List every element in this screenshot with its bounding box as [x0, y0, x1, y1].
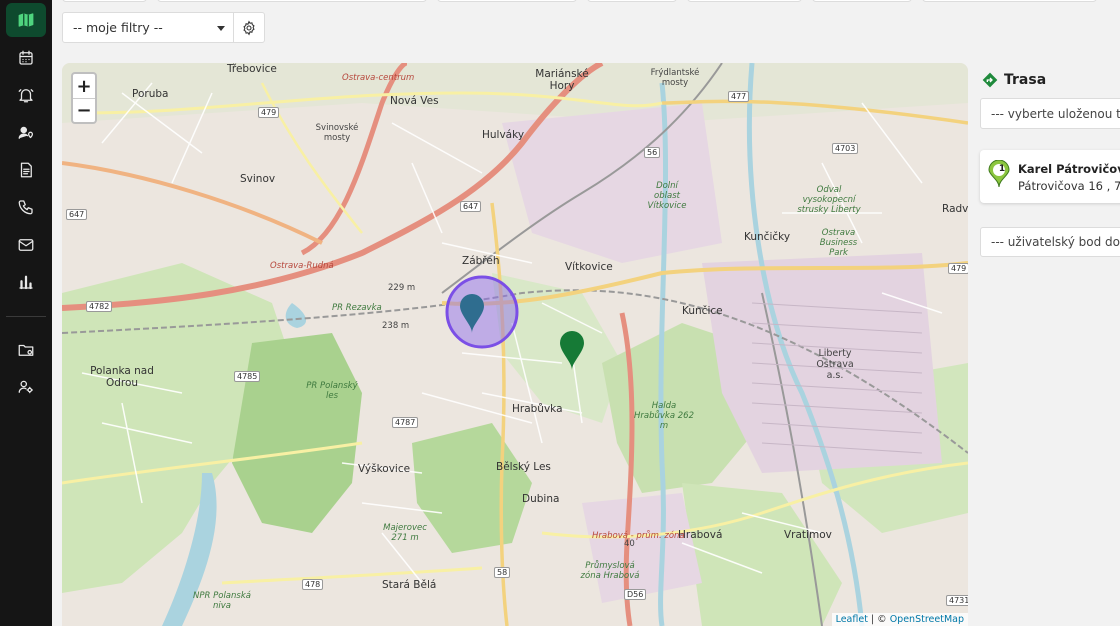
sidebar-item-contacts[interactable] [8, 118, 44, 148]
road-shield-479-b: 479 [948, 263, 968, 274]
route-stop-card[interactable]: 1 Karel Pátrovičov 2 Pátrovičova 16 , 75… [980, 150, 1120, 203]
map-label-liberty: Liberty Ostrava a.s. [816, 348, 854, 381]
sidebar-divider [6, 316, 46, 317]
road-shield-479: 479 [258, 107, 280, 118]
sidebar [0, 0, 52, 626]
sidebar-item-user-settings[interactable] [8, 372, 44, 402]
route-title-text: Trasa [1004, 72, 1047, 88]
map-label-elevation-238: 238 m [382, 321, 410, 331]
map-label-svinovske-mosty: Svinovské mosty [315, 123, 359, 143]
filter-settings-button[interactable] [234, 13, 264, 42]
map-label-polanka: Polanka nad Odrou [90, 365, 154, 389]
map-label-majerovec: Majerovec 271 m [383, 523, 427, 543]
road-shield-477: 477 [728, 91, 750, 102]
route-direction-icon [982, 72, 998, 88]
user-point-select[interactable]: --- uživatelský bod do trasy --- [980, 227, 1120, 257]
sidebar-item-notifications[interactable] [8, 80, 44, 110]
sidebar-item-statistics[interactable] [8, 267, 44, 297]
gear-icon [243, 20, 255, 35]
sidebar-item-calendar[interactable] [8, 43, 44, 73]
mail-icon [18, 239, 34, 251]
map-label-halda: Halda Hrabůvka 262 m [634, 401, 694, 431]
stop-address: Pátrovičova 16 , 754 [1018, 179, 1120, 193]
road-shield-d56: D56 [624, 589, 647, 600]
map-label-hrabuvka: Hrabůvka [512, 403, 563, 415]
route-panel-title: Trasa [982, 72, 1046, 88]
map-label-ostrava-rudna: Ostrava-Rudná [270, 261, 334, 271]
map-label-dubina: Dubina [522, 493, 560, 505]
road-shield-58: 58 [494, 567, 511, 578]
saved-route-select[interactable]: --- vyberte uloženou trasu --- [980, 98, 1120, 129]
map-label-dolni-oblast: Dolní oblast Vítkovice [647, 181, 687, 211]
map-label-trebovice: Třebovice [227, 63, 277, 75]
caret-down-icon [217, 26, 225, 31]
filter-bar: -- moje filtry -- [62, 12, 265, 43]
map-label-kunice: Kunčice [682, 305, 723, 317]
road-shield-478: 478 [302, 579, 324, 590]
road-number-40: 40 [624, 539, 635, 549]
top-toolbar-edge [52, 0, 1120, 4]
attribution-separator: | © [867, 614, 890, 625]
map-label-belsky-les: Bělský Les [496, 461, 551, 473]
sidebar-item-mail[interactable] [8, 230, 44, 260]
my-filters-select[interactable]: -- moje filtry -- [63, 13, 234, 42]
map-view[interactable]: Třebovice Poruba Nová Ves Mariánské Hory… [62, 63, 968, 626]
road-shield-4731: 4731 [946, 595, 968, 606]
sidebar-item-documents[interactable] [8, 155, 44, 185]
document-icon [20, 162, 32, 178]
sidebar-item-folder-settings[interactable] [8, 335, 44, 365]
map-label-zabreh: Zábřeh [462, 255, 500, 267]
map-icon [18, 13, 34, 27]
map-label-marianske-hory: Mariánské Hory [535, 68, 589, 92]
road-shield-4785: 4785 [234, 371, 261, 382]
map-label-elevation-229: 229 m [388, 283, 416, 293]
sidebar-item-map[interactable] [6, 3, 46, 37]
road-shield-647: 647 [66, 209, 88, 220]
road-shield-4787: 4787 [392, 417, 419, 428]
user-settings-icon [18, 380, 34, 394]
map-label-nova-ves: Nová Ves [390, 95, 439, 107]
sidebar-item-calls[interactable] [8, 192, 44, 222]
map-label-kuncicky: Kunčičky [744, 231, 791, 243]
user-pin-icon [18, 126, 34, 139]
my-filters-value: -- moje filtry -- [73, 20, 163, 35]
road-shield-56: 56 [644, 147, 661, 158]
road-shield-4782: 4782 [86, 301, 113, 312]
stop-name: Karel Pátrovičov 2 [1018, 162, 1120, 176]
map-label-hrabova-zona: Hrabová - prům. zóna [592, 531, 685, 541]
map-label-radva: Radva [942, 203, 968, 215]
openstreetmap-link[interactable]: OpenStreetMap [890, 614, 964, 625]
map-label-vitkovice: Vítkovice [565, 261, 613, 273]
phone-icon [18, 200, 33, 215]
map-label-npr-polanska: NPR Polanská niva [193, 591, 251, 611]
map-label-pr-rezavka: PR Rezavka [332, 303, 382, 313]
map-label-prumyslova-zona: Průmyslová zóna Hrabová [580, 561, 640, 581]
bell-icon [18, 89, 34, 103]
road-shield-647-b: 647 [460, 201, 482, 212]
map-label-stara-bela: Stará Bělá [382, 579, 437, 591]
map-label-ostrava-centrum: Ostrava-centrum [342, 73, 415, 83]
leaflet-link[interactable]: Leaflet [836, 614, 868, 625]
map-label-pr-polansky-les: PR Polanský les [306, 381, 358, 401]
folder-settings-icon [18, 344, 34, 356]
calendar-icon [19, 50, 33, 65]
map-label-odval: Odval vysokopecní strusky Liberty [797, 185, 861, 215]
map-label-vyskovice: Výškovice [358, 463, 411, 475]
map-label-svinov: Svinov [240, 173, 276, 185]
map-label-vratimov: Vratimov [784, 529, 832, 541]
zoom-control: + − [71, 72, 97, 124]
chart-icon [19, 275, 33, 290]
map-label-hulvaky: Hulváky [482, 129, 525, 141]
map-label-frydlantske-mosty: Frýdlantské mosty [650, 68, 700, 88]
map-label-business-park: Ostrava Business Park [819, 228, 858, 258]
road-shield-4703: 4703 [832, 143, 859, 154]
map-label-poruba: Poruba [132, 88, 169, 100]
zoom-in-button[interactable]: + [73, 74, 95, 98]
zoom-out-button[interactable]: − [73, 98, 95, 122]
map-attribution: Leaflet | © OpenStreetMap [831, 613, 968, 626]
stop-number: 1 [998, 164, 1006, 174]
